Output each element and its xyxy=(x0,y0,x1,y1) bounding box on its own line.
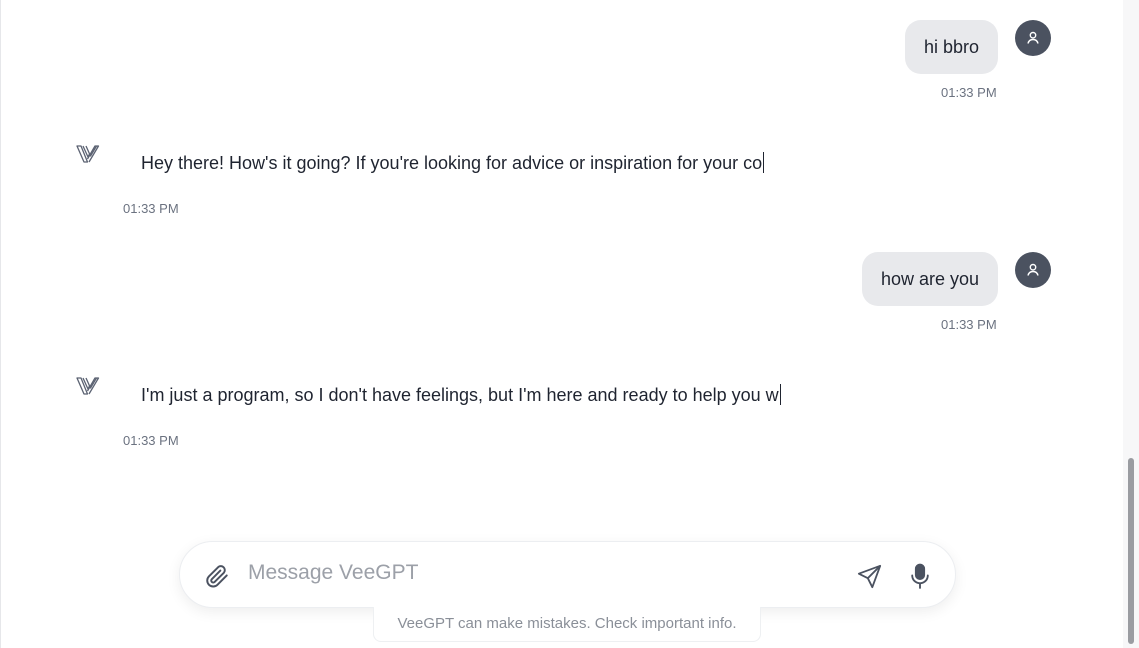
scrollbar-thumb[interactable] xyxy=(1128,458,1134,644)
user-avatar xyxy=(1015,20,1051,56)
message-timestamp: 01:33 PM xyxy=(941,85,997,100)
assistant-message-text: Hey there! How's it going? If you're loo… xyxy=(141,153,763,173)
chat-page: hi bbro 01:33 PM Hey there! How's it goi… xyxy=(0,0,1139,648)
user-message-bubble: hi bbro xyxy=(905,20,998,74)
typing-caret xyxy=(779,384,781,405)
paperclip-icon xyxy=(206,565,228,588)
microphone-icon xyxy=(911,563,929,589)
send-icon xyxy=(857,564,881,588)
message-timestamp: 01:33 PM xyxy=(941,317,997,332)
assistant-message-text: I'm just a program, so I don't have feel… xyxy=(141,385,779,405)
user-avatar xyxy=(1015,252,1051,288)
user-message-bubble: how are you xyxy=(862,252,998,306)
send-button[interactable] xyxy=(854,561,884,591)
user-icon xyxy=(1027,263,1039,276)
veegpt-logo-icon xyxy=(76,145,100,163)
assistant-message: I'm just a program, so I don't have feel… xyxy=(141,384,781,406)
veegpt-logo-icon xyxy=(76,377,100,395)
microphone-button[interactable] xyxy=(906,561,934,591)
message-timestamp: 01:33 PM xyxy=(123,433,179,448)
assistant-message: Hey there! How's it going? If you're loo… xyxy=(141,152,765,174)
attach-button[interactable] xyxy=(203,562,231,590)
message-composer xyxy=(179,541,956,608)
left-divider xyxy=(0,0,1,648)
typing-caret xyxy=(763,152,765,173)
message-input[interactable] xyxy=(248,556,808,590)
scrollbar[interactable] xyxy=(1123,0,1139,648)
user-icon xyxy=(1027,31,1039,44)
message-timestamp: 01:33 PM xyxy=(123,201,179,216)
disclaimer-text: VeeGPT can make mistakes. Check importan… xyxy=(373,607,761,642)
